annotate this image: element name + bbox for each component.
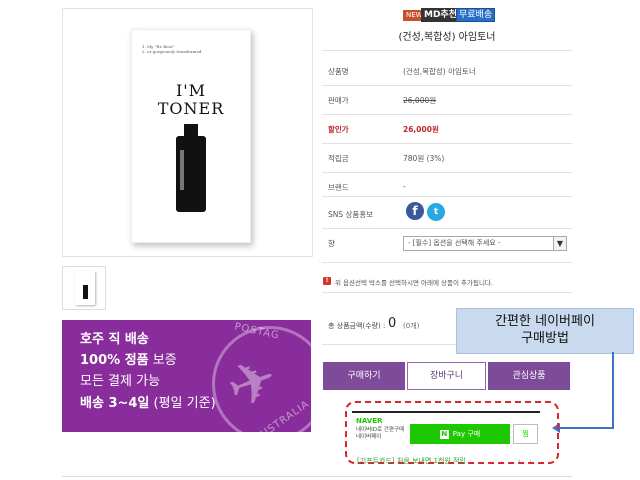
label-brand: 브랜드 bbox=[328, 183, 349, 192]
divider bbox=[322, 114, 572, 115]
alert-icon: ! bbox=[323, 277, 331, 285]
option-select[interactable]: - [필수] 옵션을 선택해 주세요 - ▼ bbox=[403, 236, 567, 251]
naverpay-description: 네이버ID로 간편구매 네이버페이 bbox=[356, 427, 405, 440]
label-scent: 향 bbox=[328, 239, 335, 248]
shipping-banner[interactable]: POSTAG AUSTRALIA ✈ 호주 직 배송 100% 정품 보증 모든… bbox=[62, 320, 311, 432]
label-points: 적립금 bbox=[328, 154, 349, 163]
label-product-name: 상품명 bbox=[328, 67, 349, 76]
package-title-line2: TONER bbox=[157, 99, 225, 118]
label-sale-price: 할인가 bbox=[328, 125, 349, 134]
value-brand: - bbox=[403, 182, 406, 191]
chevron-right-icon[interactable]: › bbox=[529, 457, 532, 465]
wishlist-button[interactable]: 관심상품 bbox=[488, 362, 570, 390]
arrow-line-horizontal bbox=[558, 427, 614, 429]
naverpay-divider bbox=[352, 411, 540, 413]
cart-button[interactable]: 장바구니 bbox=[407, 362, 486, 390]
naverpay-callout: 간편한 네이버페이 구매방법 bbox=[456, 308, 634, 354]
value-sale-price: 26,000원 bbox=[403, 125, 439, 134]
naverpay-wish-button[interactable]: 찜 bbox=[513, 424, 538, 444]
value-product-name: (건성,복합성) 아임토너 bbox=[403, 67, 476, 76]
divider bbox=[322, 292, 572, 293]
md-recommend-badge: MD추천 bbox=[421, 8, 460, 22]
thumbnail-bottle-icon bbox=[83, 285, 88, 299]
package-title: I'M TONER bbox=[132, 82, 250, 118]
giftcard-promo[interactable]: [기프트카드] 처음 보내면 1천원 적립 bbox=[357, 456, 466, 466]
bottle-label bbox=[180, 150, 184, 190]
divider bbox=[322, 143, 572, 144]
divider bbox=[322, 228, 572, 229]
chevron-down-icon[interactable]: ▼ bbox=[553, 237, 566, 250]
divider bbox=[322, 196, 572, 197]
free-shipping-badge: 무료배송 bbox=[456, 8, 496, 22]
product-main-image: 1. My "Re Boot" 2. or gorgeously transfo… bbox=[62, 8, 313, 257]
facebook-icon[interactable]: f bbox=[406, 202, 424, 220]
callout-line-1: 간편한 네이버페이 bbox=[495, 314, 595, 329]
bottle-cap-icon bbox=[184, 124, 198, 136]
total-value: 0 bbox=[388, 316, 397, 331]
banner-line-4: 배송 3~4일 (평일 기준) bbox=[80, 396, 216, 411]
naver-logo: NAVER bbox=[356, 417, 383, 425]
twitter-icon[interactable]: t bbox=[427, 203, 445, 221]
divider bbox=[322, 262, 572, 263]
thumbnail-package bbox=[75, 271, 95, 305]
chevron-left-icon[interactable]: ‹ bbox=[518, 457, 521, 465]
naverpay-buy-label: Pay 구매 bbox=[452, 430, 481, 438]
banner-line-3: 모든 결제 가능 bbox=[80, 374, 161, 389]
label-sns: SNS 상품홍보 bbox=[328, 210, 374, 219]
toner-package: 1. My "Re Boot" 2. or gorgeously transfo… bbox=[131, 29, 251, 243]
banner-line-2: 100% 정품 보증 bbox=[80, 353, 177, 368]
value-points: 780원 (3%) bbox=[403, 154, 445, 163]
package-title-line1: I'M bbox=[175, 81, 207, 100]
label-price: 판매가 bbox=[328, 96, 349, 105]
naverpay-buy-button[interactable]: N Pay 구매 bbox=[410, 424, 510, 444]
divider bbox=[322, 85, 572, 86]
option-select-value: - [필수] 옵션을 선택해 주세요 - bbox=[408, 239, 501, 247]
product-title: (건성,복합성) 아임토너 bbox=[398, 32, 496, 43]
total-label: 총 상품금액(수량) : bbox=[328, 322, 386, 330]
product-thumbnail[interactable] bbox=[62, 266, 106, 310]
callout-line-2: 구매방법 bbox=[521, 331, 569, 346]
arrow-line-vertical bbox=[612, 352, 614, 428]
banner-line-1: 호주 직 배송 bbox=[80, 332, 149, 347]
naver-n-icon: N bbox=[439, 429, 449, 439]
package-small-text: 1. My "Re Boot" 2. or gorgeously transfo… bbox=[142, 44, 202, 54]
divider bbox=[322, 172, 572, 173]
option-notice: 위 옵션선택 박스를 선택하시면 아래에 상품이 추가됩니다. bbox=[335, 279, 493, 287]
divider bbox=[322, 50, 572, 51]
promo-nav: ‹ › bbox=[518, 457, 532, 465]
buy-button[interactable]: 구매하기 bbox=[323, 362, 405, 390]
bottom-divider bbox=[62, 476, 572, 477]
value-price: 26,000원 bbox=[403, 96, 437, 105]
total-quantity: (0개) bbox=[403, 322, 420, 330]
